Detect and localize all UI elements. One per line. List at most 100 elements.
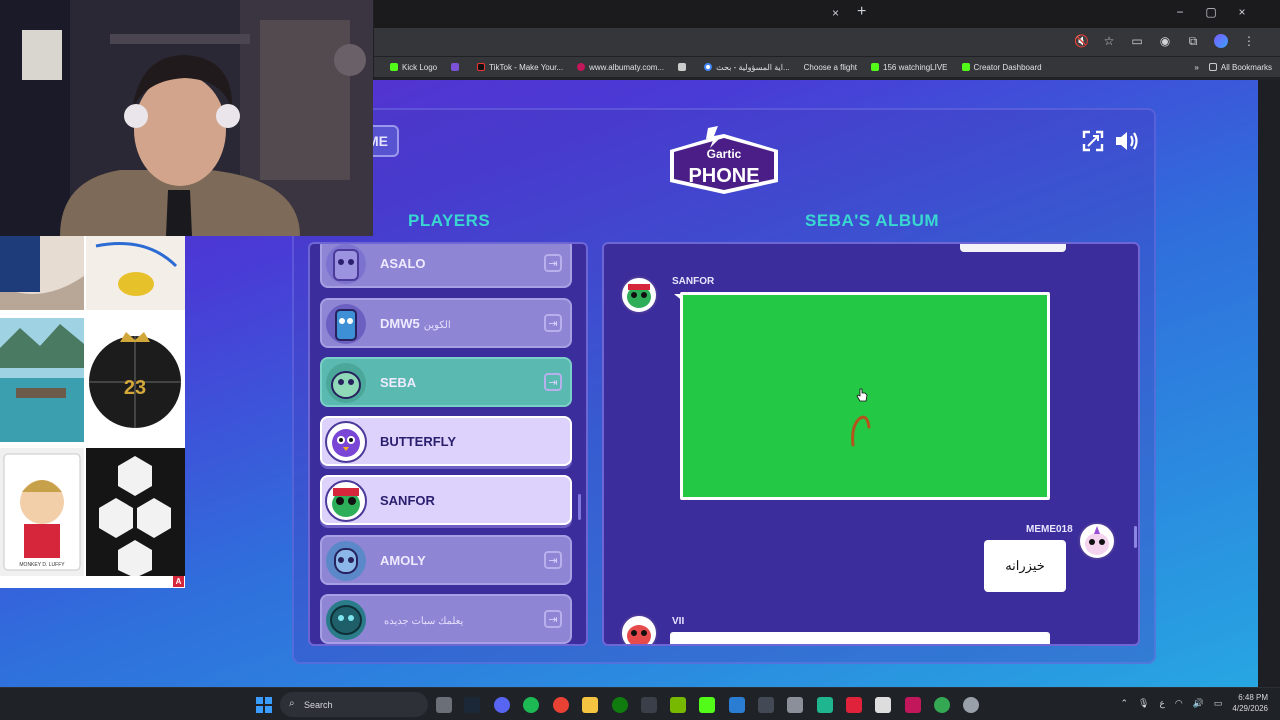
bookmark-item[interactable]: اية المسؤولية - بحث... (704, 63, 790, 72)
battery-icon[interactable]: ▭ (1214, 698, 1223, 709)
page-scrollbar[interactable] (1258, 80, 1280, 687)
player-name: SEBA (380, 375, 417, 390)
extension-icon[interactable]: ◉ (1158, 34, 1172, 51)
close-window-button[interactable]: × (1232, 5, 1252, 19)
bookmark-favicon-icon (451, 63, 460, 71)
player-avatar (326, 304, 366, 344)
bookmark-star-icon[interactable]: ☆ (1102, 34, 1116, 51)
system-tray: ⌃ 🎙 ع ◠ 🔊 ▭ 6:48 PM 4/29/2026 (1120, 692, 1268, 714)
taskbar: ⌕ Search ⌃ 🎙 ع ◠ 🔊 ▭ 6:48 PM 4/29/2026 (0, 687, 1280, 720)
wifi-icon[interactable]: ◠ (1175, 698, 1183, 709)
bookmark-item[interactable] (678, 63, 690, 71)
profile-avatar[interactable] (1214, 34, 1228, 51)
kick-icon (961, 63, 970, 71)
fullscreen-icon[interactable] (1082, 130, 1104, 152)
nvidia-icon[interactable] (670, 697, 686, 713)
product-thumbnails: 23 MONKEY D. LUFFY A (0, 236, 185, 588)
cast-icon[interactable]: ▭ (1130, 34, 1144, 51)
player-tag: يعلمك سبات جديده (384, 616, 464, 627)
author-avatar (1078, 522, 1116, 560)
bookmark-favicon-icon (577, 63, 586, 71)
logo-top-text: Gartic (707, 147, 742, 161)
album-scrollbar[interactable] (1134, 526, 1137, 548)
bookmarks-overflow-button[interactable]: » (1194, 63, 1198, 72)
spotify-icon[interactable] (523, 697, 539, 713)
capcut-icon[interactable] (875, 697, 891, 713)
file-explorer-icon[interactable] (582, 697, 598, 713)
tab-strip: × + (374, 0, 1280, 28)
bookmark-item[interactable] (451, 63, 463, 71)
player-item[interactable]: AMOLY ⇥ (320, 535, 572, 585)
bookmark-item[interactable]: www.albumaty.com... (577, 63, 664, 72)
app-icon[interactable] (905, 697, 921, 713)
download-icon (678, 63, 687, 71)
new-tab-button[interactable]: + (857, 3, 866, 21)
xbox-icon[interactable] (612, 697, 628, 713)
kick-player-icon[interactable]: ⇥ (544, 551, 562, 569)
windows-start-icon[interactable] (256, 697, 272, 713)
tray-overflow-icon[interactable]: ⌃ (1120, 698, 1128, 709)
menu-icon[interactable]: ⋮ (1242, 34, 1256, 51)
mute-tab-icon[interactable]: 🔇 (1074, 34, 1089, 51)
steam-icon[interactable] (464, 697, 480, 713)
microphone-icon[interactable]: 🎙 (1138, 698, 1149, 709)
store-icon[interactable] (641, 697, 657, 713)
all-bookmarks-button[interactable]: All Bookmarks (1208, 63, 1272, 72)
bookmark-item[interactable]: TikTok - Make Your... (477, 63, 563, 72)
app-icon[interactable] (758, 697, 774, 713)
players-list[interactable]: ASALO ⇥ DMW5 الكوين ⇥ SEBA ⇥ BUTTERFLY SA… (308, 242, 588, 646)
entry-author: VII (672, 616, 685, 627)
bookmark-item[interactable]: Creator Dashboard (961, 63, 1042, 72)
camera-app-icon[interactable] (436, 697, 452, 713)
chrome-icon[interactable] (553, 697, 569, 713)
app-icon[interactable] (729, 697, 745, 713)
player-item[interactable]: ASALO ⇥ (320, 244, 572, 288)
kick-player-icon[interactable]: ⇥ (544, 373, 562, 391)
maximize-button[interactable]: ▢ (1201, 5, 1221, 19)
tab-close-icon[interactable]: × (832, 6, 839, 20)
kick-player-icon[interactable]: ⇥ (544, 314, 562, 332)
kick-player-icon[interactable]: ⇥ (544, 610, 562, 628)
app-icon[interactable] (846, 697, 862, 713)
puzzle-icon[interactable]: ⧉ (1186, 34, 1200, 51)
player-avatar (326, 363, 366, 403)
volume-icon[interactable]: 🔊 (1193, 698, 1204, 709)
kick-app-icon[interactable] (699, 697, 715, 713)
player-item[interactable]: SEBA ⇥ (320, 357, 572, 407)
player-item[interactable]: يعلمك سبات جديده ⇥ (320, 594, 572, 644)
app-icon[interactable] (787, 697, 803, 713)
player-item[interactable]: SANFOR (320, 475, 572, 525)
player-tag: الكوين (423, 320, 451, 331)
minimize-button[interactable]: − (1170, 5, 1190, 19)
taskbar-search[interactable]: ⌕ Search (280, 692, 428, 717)
entry-author: MEME018 (1026, 524, 1073, 535)
toolbar-icons: 🔇 ☆ ▭ ◉ ⧉ ⋮ (1074, 34, 1256, 51)
player-item[interactable]: DMW5 الكوين ⇥ (320, 298, 572, 348)
language-indicator[interactable]: ع (1159, 698, 1164, 709)
player-avatar (325, 421, 367, 463)
kick-icon (871, 63, 880, 71)
screen: × + − ▢ × 🔇 ☆ ▭ ◉ ⧉ ⋮ Kick Logo TikTok -… (0, 0, 1280, 720)
entry-author: SANFOR (672, 276, 715, 287)
bookmarks-bar: Kick Logo TikTok - Make Your... www.albu… (374, 57, 1280, 77)
thumb-image (0, 318, 84, 442)
bookmark-item[interactable]: Kick Logo (390, 63, 437, 72)
player-avatar (326, 600, 366, 640)
kick-player-icon[interactable]: ⇥ (544, 254, 562, 272)
discord-icon[interactable] (494, 697, 510, 713)
clock[interactable]: 6:48 PM 4/29/2026 (1232, 692, 1268, 714)
previous-entry-edge (960, 244, 1066, 252)
album-heading: SEBA'S ALBUM (805, 211, 940, 230)
bookmark-item[interactable]: Choose a flight (804, 63, 857, 72)
chrome-active-icon[interactable] (934, 697, 950, 713)
streamer-camera-feed (0, 0, 373, 236)
sound-icon[interactable] (1114, 130, 1140, 152)
settings-gear-icon[interactable] (963, 697, 979, 713)
app-icon[interactable] (817, 697, 833, 713)
bookmark-item[interactable]: 156 watchingLIVE (871, 63, 948, 72)
player-item[interactable]: BUTTERFLY (320, 416, 572, 466)
album-feed[interactable]: SANFOR MEME018 خيزرانه VII (602, 242, 1140, 646)
players-scrollbar[interactable] (578, 494, 581, 520)
player-name: SANFOR (380, 493, 435, 508)
player-name: DMW5 الكوين (380, 316, 451, 331)
